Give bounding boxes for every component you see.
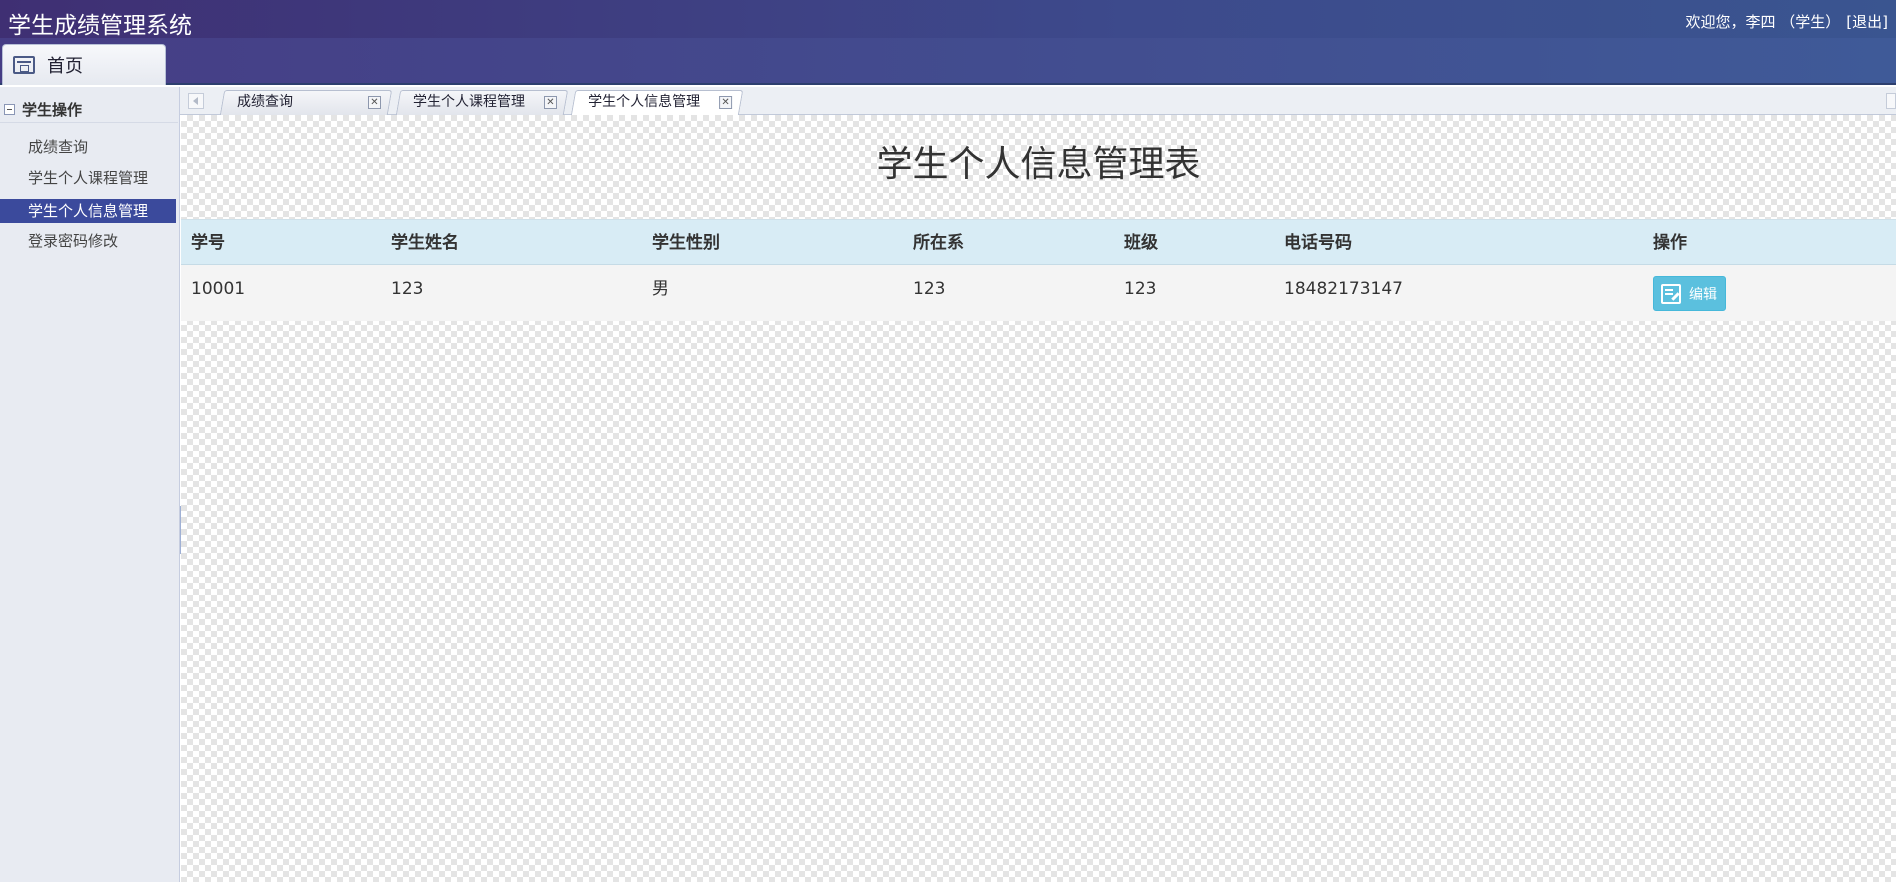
edit-button[interactable]: 编辑 (1653, 276, 1726, 311)
tab-info-management[interactable]: 学生个人信息管理 ✕ (570, 90, 744, 116)
cell-phone: 18482173147 (1284, 279, 1403, 299)
info-table: 学号 学生姓名 学生性别 所在系 班级 电话号码 操作 10001 123 男 … (181, 219, 1896, 321)
column-header-gender: 学生性别 (652, 233, 720, 253)
cell-department: 123 (913, 279, 946, 299)
sidebar-item-info-management[interactable]: 学生个人信息管理 (0, 199, 176, 223)
sidebar-item-course-management[interactable]: 学生个人课程管理 (0, 166, 176, 190)
cell-gender: 男 (652, 279, 669, 299)
tab-strip: 成绩查询 ✕ 学生个人课程管理 ✕ 学生个人信息管理 ✕ (180, 87, 1896, 116)
column-header-department: 所在系 (913, 233, 964, 253)
user-info: 欢迎您，李四 （学生） [退出] (1680, 11, 1889, 32)
close-icon[interactable]: ✕ (719, 96, 733, 109)
column-header-class: 班级 (1124, 233, 1158, 253)
cell-name: 123 (391, 279, 424, 299)
sidebar-group-label: 学生操作 (22, 101, 83, 119)
column-header-student-id: 学号 (191, 233, 225, 253)
welcome-text: 欢迎您，李四 （学生） (1685, 13, 1841, 31)
sidebar: 学生操作 成绩查询 学生个人课程管理 学生个人信息管理 登录密码修改 (0, 87, 180, 882)
sidebar-item-password-change[interactable]: 登录密码修改 (0, 229, 176, 253)
main-content: 学生个人信息管理表 学号 学生姓名 学生性别 所在系 班级 电话号码 操作 10… (181, 115, 1896, 882)
tab-label: 学生个人信息管理 (588, 94, 701, 110)
collapse-minus-icon[interactable] (4, 104, 15, 115)
tab-scroll-left-icon[interactable] (188, 93, 204, 109)
sidebar-item-score-query[interactable]: 成绩查询 (0, 135, 176, 159)
close-icon[interactable]: ✕ (544, 96, 557, 109)
nav-bar: 首页 (0, 38, 1896, 85)
page-title: 学生个人信息管理表 (876, 144, 1201, 185)
home-tab[interactable]: 首页 (2, 44, 166, 85)
tab-course-management[interactable]: 学生个人课程管理 ✕ (395, 90, 569, 115)
tab-label: 学生个人课程管理 (413, 94, 525, 110)
table-header-row: 学号 学生姓名 学生性别 所在系 班级 电话号码 操作 (181, 219, 1896, 265)
edit-button-label: 编辑 (1689, 286, 1717, 303)
app-title: 学生成绩管理系统 (8, 13, 192, 39)
home-window-icon (13, 56, 35, 74)
logout-link[interactable]: [退出] (1846, 13, 1888, 31)
table-row: 10001 123 男 123 123 18482173147 编辑 (181, 265, 1896, 321)
home-tab-label: 首页 (47, 56, 83, 77)
column-header-action: 操作 (1653, 233, 1687, 253)
tab-label: 成绩查询 (237, 94, 293, 110)
column-header-name: 学生姓名 (391, 233, 459, 253)
column-header-phone: 电话号码 (1284, 233, 1352, 253)
tab-scroll-right-icon[interactable] (1886, 93, 1896, 109)
sidebar-group-header[interactable]: 学生操作 (0, 97, 178, 123)
cell-class: 123 (1124, 279, 1157, 299)
top-bar: 学生成绩管理系统 欢迎您，李四 （学生） [退出] (0, 0, 1896, 39)
edit-icon (1661, 283, 1681, 304)
tab-score-query[interactable]: 成绩查询 ✕ (219, 90, 393, 115)
close-icon[interactable]: ✕ (368, 96, 381, 109)
cell-student-id: 10001 (191, 279, 246, 299)
